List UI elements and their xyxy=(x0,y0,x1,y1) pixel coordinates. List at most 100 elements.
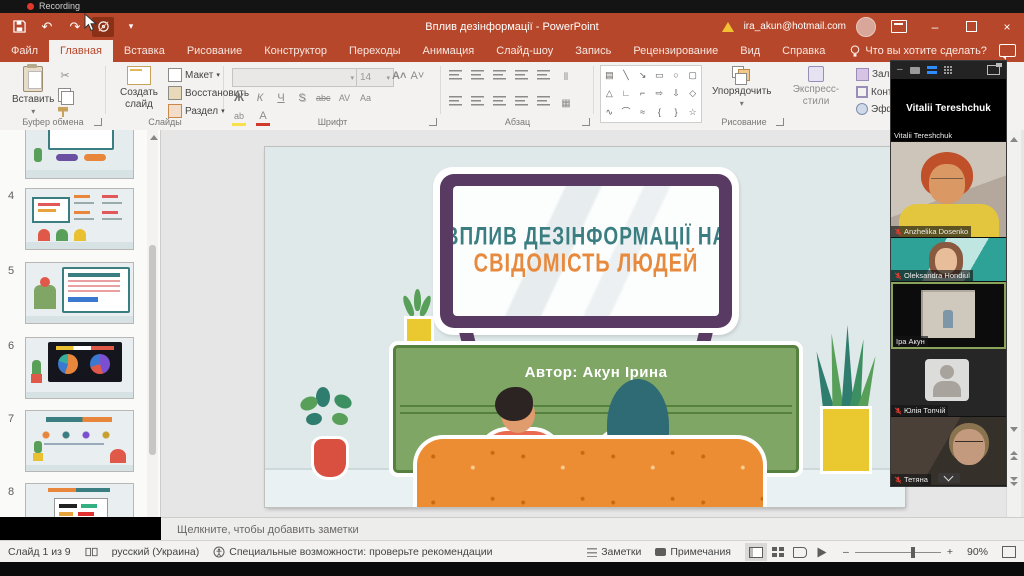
account-email[interactable]: ira_akun@hotmail.com xyxy=(744,21,846,32)
previous-slide-button[interactable] xyxy=(1007,448,1021,462)
tab-slideshow[interactable]: Слайд-шоу xyxy=(485,40,564,62)
next-slide-button[interactable] xyxy=(1007,474,1021,488)
thumbnails-scrollbar[interactable] xyxy=(147,130,158,517)
change-case-button[interactable]: Аа xyxy=(359,90,373,105)
restore-button[interactable] xyxy=(958,15,984,39)
shape-elbow-icon[interactable]: ∟ xyxy=(622,89,631,98)
increase-indent-button[interactable] xyxy=(515,70,528,81)
tab-file[interactable]: Файл xyxy=(0,40,49,62)
shape-rounded-rect-icon[interactable]: ▢ xyxy=(688,71,697,80)
tab-transitions[interactable]: Переходы xyxy=(338,40,412,62)
convert-smartart-button[interactable]: ▦ xyxy=(559,96,573,111)
ribbon-display-options-button[interactable] xyxy=(886,15,912,39)
thumbnails-scroll-up[interactable] xyxy=(147,130,161,144)
tab-animations[interactable]: Анимация xyxy=(412,40,486,62)
fit-slide-button[interactable] xyxy=(1002,546,1016,558)
zoom-slider[interactable] xyxy=(855,552,941,553)
paste-button[interactable]: Вставить▾ xyxy=(12,66,54,116)
shape-right-brace-icon[interactable]: } xyxy=(674,108,677,117)
slide-area-scrollbar[interactable] xyxy=(1006,130,1021,517)
tab-insert[interactable]: Вставка xyxy=(113,40,176,62)
new-slide-button[interactable]: Создать слайд xyxy=(114,66,164,110)
bullets-button[interactable] xyxy=(449,70,462,81)
participant-tile-yuliia[interactable]: Юлія Топчій xyxy=(891,349,1006,417)
save-button[interactable] xyxy=(8,17,30,37)
participant-tile-ira[interactable]: Іра Акун xyxy=(891,282,1006,349)
zoom-minimize-button[interactable]: – xyxy=(897,65,903,75)
shape-arrow-icon[interactable]: ↘ xyxy=(639,71,647,80)
language-indicator[interactable]: русский (Украина) xyxy=(112,546,200,558)
comments-toggle[interactable]: Примечания xyxy=(655,546,731,558)
cut-button[interactable]: ✂ xyxy=(58,68,72,83)
thumbnail-slide-3[interactable] xyxy=(25,130,134,179)
italic-button[interactable]: К xyxy=(253,90,267,105)
columns-button[interactable] xyxy=(537,96,550,107)
font-name-combo[interactable]: ▾ xyxy=(232,68,358,87)
underline-button[interactable]: Ч xyxy=(274,90,288,105)
account-avatar[interactable] xyxy=(856,17,876,37)
shape-rectangle-icon[interactable]: ▭ xyxy=(655,71,664,80)
shape-scribble-icon[interactable]: ∿ xyxy=(606,108,614,117)
copy-button[interactable] xyxy=(58,88,71,102)
redo-button[interactable]: ↷ xyxy=(64,17,86,37)
participant-tile-anzhelika[interactable]: Anzhelika Dosenko xyxy=(891,142,1006,238)
zoom-in-button[interactable]: + xyxy=(947,546,953,558)
shape-connector-icon[interactable]: ⌐ xyxy=(640,89,645,98)
arrange-button[interactable]: Упорядочить▾ xyxy=(712,66,772,108)
align-right-button[interactable] xyxy=(493,96,506,107)
shape-diamond-icon[interactable]: ◇ xyxy=(689,89,696,98)
grow-font-button[interactable]: А˄ xyxy=(392,68,406,83)
zoom-out-button[interactable]: – xyxy=(843,546,849,558)
minimize-button[interactable]: – xyxy=(922,15,948,39)
thumbnail-slide-5[interactable] xyxy=(25,262,134,324)
decrease-indent-button[interactable] xyxy=(493,70,506,81)
bold-button[interactable]: Ж xyxy=(232,90,246,105)
tab-home[interactable]: Главная xyxy=(49,40,113,62)
drawing-dialog-launcher[interactable] xyxy=(776,118,784,126)
warning-icon[interactable] xyxy=(722,22,734,32)
scroll-down-button[interactable] xyxy=(1007,422,1021,436)
participant-tile-vitalii[interactable]: Vitalii Tereshchuk Vitalii Tereshchuk xyxy=(891,79,1006,142)
shape-down-arrow-icon[interactable]: ⇩ xyxy=(672,89,680,98)
scroll-up-button[interactable] xyxy=(1007,132,1021,146)
participant-tile-oleksandra[interactable]: Oleksandra Hondiul xyxy=(891,238,1006,282)
shape-left-brace-icon[interactable]: { xyxy=(658,108,661,117)
text-shadow-button[interactable]: S xyxy=(295,90,309,105)
tab-draw[interactable]: Рисование xyxy=(176,40,253,62)
shape-textbox-icon[interactable]: ▤ xyxy=(605,71,614,80)
slide-editor[interactable]: ВПЛИВ ДЕЗІНФОРМАЦІЇ НА СВІДОМІСТЬ ЛЮДЕЙ … xyxy=(265,147,905,507)
zoom-level[interactable]: 90% xyxy=(967,546,988,558)
zoom-speaker-view-icon[interactable] xyxy=(910,67,920,74)
tab-help[interactable]: Справка xyxy=(771,40,836,62)
comments-button-icon[interactable] xyxy=(999,44,1016,57)
tab-design[interactable]: Конструктор xyxy=(253,40,338,62)
font-dialog-launcher[interactable] xyxy=(429,118,437,126)
thumbnail-slide-6[interactable] xyxy=(25,337,134,399)
shape-triangle-icon[interactable]: △ xyxy=(606,89,613,98)
thumbnail-slide-7[interactable] xyxy=(25,410,134,472)
clipboard-dialog-launcher[interactable] xyxy=(94,118,102,126)
shapes-gallery[interactable]: ▤ ╲ ↘ ▭ ○ ▢ △ ∟ ⌐ ⇨ ⇩ ◇ ∿ ⌒ ≈ { } ☆ xyxy=(600,65,702,123)
quick-styles-button[interactable]: Экспресс-стили xyxy=(786,66,846,107)
shape-right-arrow-icon[interactable]: ⇨ xyxy=(656,89,664,98)
reading-view-button[interactable] xyxy=(789,543,811,561)
tab-view[interactable]: Вид xyxy=(729,40,771,62)
customize-qat-button[interactable]: ▾ xyxy=(120,17,142,37)
slide-indicator[interactable]: Слайд 1 из 9 xyxy=(8,546,71,558)
line-spacing-button[interactable] xyxy=(537,70,550,81)
notes-toggle[interactable]: Заметки xyxy=(587,546,641,558)
close-button[interactable]: × xyxy=(994,15,1020,39)
shrink-font-button[interactable]: А˅ xyxy=(410,68,424,83)
tell-me-box[interactable]: Что вы хотите сделать? xyxy=(850,40,987,62)
character-spacing-button[interactable]: AV xyxy=(338,90,352,105)
paragraph-dialog-launcher[interactable] xyxy=(582,118,590,126)
justify-button[interactable] xyxy=(515,96,528,107)
shape-star-icon[interactable]: ☆ xyxy=(689,108,697,117)
tab-review[interactable]: Рецензирование xyxy=(622,40,729,62)
tab-record[interactable]: Запись xyxy=(564,40,622,62)
thumbnail-slide-4[interactable] xyxy=(25,188,134,250)
shape-curve-icon[interactable]: ≈ xyxy=(640,108,645,117)
strikethrough-button[interactable]: abc xyxy=(316,90,331,105)
font-size-combo[interactable]: 14▾ xyxy=(356,68,394,87)
zoom-strip-view-icon[interactable] xyxy=(927,66,937,74)
